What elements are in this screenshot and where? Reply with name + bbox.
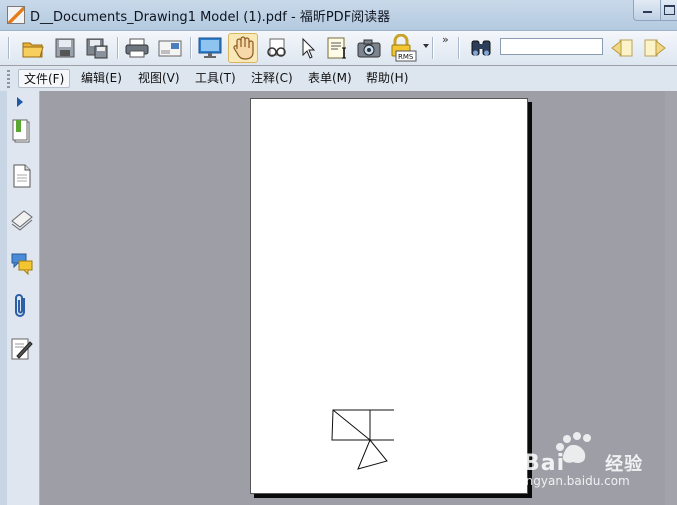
email-button[interactable] [155, 33, 185, 63]
zoom-button[interactable] [261, 33, 291, 63]
toolbar-grip [8, 37, 10, 59]
signatures-panel-button[interactable] [9, 335, 35, 363]
select-button[interactable] [293, 33, 323, 63]
find-previous-button[interactable] [607, 33, 637, 63]
find-previous-icon [611, 39, 633, 57]
bookmarks-icon [12, 119, 30, 143]
zoom-glasses-icon [267, 38, 286, 57]
drawing-triangle [357, 439, 388, 470]
signatures-icon [11, 338, 33, 360]
text-select-button[interactable] [322, 33, 352, 63]
save-icon [55, 38, 75, 58]
layers-panel-button[interactable] [9, 205, 35, 233]
menu-form[interactable]: 表单(M) [303, 69, 357, 88]
save-button[interactable] [50, 33, 80, 63]
fullscreen-button[interactable] [195, 33, 225, 63]
print-icon [125, 38, 149, 58]
watermark-url: jingyan.baidu.com [519, 474, 630, 488]
cad-drawing [331, 409, 394, 470]
app-logo-icon [7, 6, 25, 24]
title-bar: D__Documents_Drawing1 Model (1).pdf - 福昕… [0, 0, 677, 31]
menu-tools[interactable]: 工具(T) [190, 69, 241, 88]
attachments-panel-button[interactable] [9, 292, 35, 320]
minimize-button[interactable] [633, 0, 661, 21]
drawing-right-square [369, 409, 394, 441]
menu-bar: 文件(F) 编辑(E) 视图(V) 工具(T) 注释(C) 表单(M) 帮助(H… [0, 66, 677, 92]
rms-button[interactable]: RMS [387, 33, 417, 63]
save-as-button[interactable] [82, 33, 112, 63]
comments-icon [11, 253, 33, 275]
toolbar-overflow[interactable]: » [442, 33, 449, 46]
rms-label: RMS [398, 53, 414, 61]
open-button[interactable] [18, 33, 48, 63]
binoculars-icon [471, 40, 491, 56]
menu-comment[interactable]: 注释(C) [246, 69, 298, 88]
find-next-icon [644, 39, 666, 57]
toolbar-separator [432, 37, 434, 59]
window-left-border [0, 91, 7, 505]
search-input[interactable] [500, 38, 603, 55]
find-next-button[interactable] [640, 33, 670, 63]
snapshot-camera-icon [357, 39, 381, 58]
window-title: D__Documents_Drawing1 Model (1).pdf - 福昕… [30, 10, 391, 25]
watermark-brand: Bai 经验 [523, 450, 643, 476]
hand-tool-icon [233, 36, 254, 60]
menu-file[interactable]: 文件(F) [18, 69, 71, 88]
comments-panel-button[interactable] [9, 249, 35, 277]
menu-grip [7, 70, 10, 88]
select-arrow-icon [302, 37, 316, 59]
sidebar-expand-arrow-icon[interactable] [17, 97, 23, 107]
find-button[interactable] [466, 33, 496, 63]
rms-lock-icon: RMS [391, 34, 417, 62]
menu-edit[interactable]: 编辑(E) [76, 69, 127, 88]
hand-tool-button[interactable] [228, 33, 258, 63]
toolbar-separator [117, 37, 119, 59]
rms-dropdown-arrow[interactable] [423, 44, 429, 48]
email-icon [158, 40, 182, 57]
attachments-icon [15, 294, 25, 317]
open-folder-icon [22, 42, 44, 58]
fullscreen-icon [198, 37, 222, 58]
menu-help[interactable]: 帮助(H) [361, 69, 413, 88]
print-button[interactable] [122, 33, 152, 63]
menu-view[interactable]: 视图(V) [133, 69, 185, 88]
pages-panel-button[interactable] [9, 162, 35, 190]
maximize-button[interactable] [660, 0, 677, 21]
bookmarks-panel-button[interactable] [9, 118, 35, 146]
drawing-diagonal [332, 409, 371, 441]
toolbar-separator [458, 37, 460, 59]
snapshot-button[interactable] [354, 33, 384, 63]
layers-icon [11, 210, 33, 231]
watermark-brand-cn: 经验 [605, 454, 644, 475]
save-as-icon [86, 38, 108, 59]
pages-icon [13, 164, 31, 188]
text-select-icon [327, 37, 346, 59]
toolbar-separator [190, 37, 192, 59]
watermark-brand-latin: Bai [523, 451, 566, 476]
